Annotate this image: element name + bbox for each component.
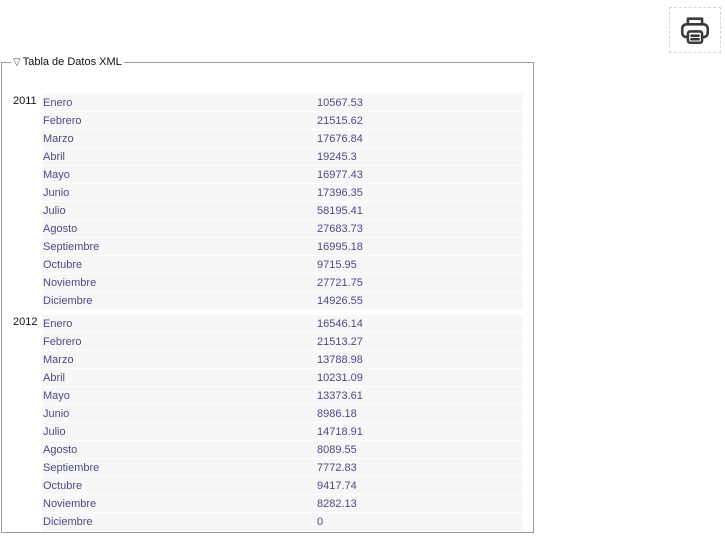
month-rows: Enero 10567.53 Febrero 21515.62 Marzo 17676…	[42, 94, 523, 310]
value-cell: 27683.73	[317, 223, 363, 235]
month-cell: Julio	[43, 426, 66, 438]
value-cell: 13788.98	[317, 354, 363, 366]
value-cell: 21515.62	[317, 115, 363, 127]
table-row: Noviembre 27721.75	[42, 274, 523, 292]
value-cell: 13373.61	[317, 390, 363, 402]
month-cell: Febrero	[43, 336, 82, 348]
value-cell: 0	[317, 516, 324, 528]
table-row: Julio 14718.91	[42, 423, 523, 441]
table-row: Marzo 17676.84	[42, 130, 523, 148]
value-cell: 8986.18	[317, 408, 357, 420]
table-row: Enero 10567.53	[42, 94, 523, 112]
month-cell: Octubre	[43, 259, 83, 271]
value-cell: 27721.75	[317, 277, 363, 289]
table-row: Octubre 9715.95	[42, 256, 523, 274]
month-cell: Abril	[43, 151, 66, 163]
table-row: Agosto 8089.55	[42, 441, 523, 459]
table-row: Diciembre 14926.55	[42, 292, 523, 310]
value-cell: 16977.43	[317, 169, 363, 181]
month-cell: Marzo	[43, 354, 74, 366]
value-cell: 9715.95	[317, 259, 357, 271]
table-row: Julio 58195.41	[42, 202, 523, 220]
month-cell: Abril	[43, 372, 66, 384]
table-row: Diciembre 0	[42, 513, 523, 531]
month-cell: Diciembre	[43, 295, 93, 307]
year-label: 2012	[13, 316, 38, 328]
value-cell: 19245.3	[317, 151, 357, 163]
printer-icon	[680, 17, 710, 45]
collapse-toggle-icon[interactable]: ▽	[13, 57, 21, 68]
table-row: Abril 10231.09	[42, 369, 523, 387]
value-cell: 8282.13	[317, 498, 357, 510]
table-row: Septiembre 16995.18	[42, 238, 523, 256]
month-cell: Septiembre	[43, 241, 100, 253]
table-row: Noviembre 8282.13	[42, 495, 523, 513]
month-cell: Noviembre	[43, 498, 97, 510]
value-cell: 17396.35	[317, 187, 363, 199]
table-legend[interactable]: ▽ Tabla de Datos XML	[11, 56, 124, 69]
month-cell: Febrero	[43, 115, 82, 127]
month-cell: Mayo	[43, 390, 70, 402]
month-cell: Diciembre	[43, 516, 93, 528]
value-cell: 17676.84	[317, 133, 363, 145]
month-cell: Mayo	[43, 169, 70, 181]
month-cell: Junio	[43, 408, 70, 420]
year-label: 2011	[13, 95, 37, 107]
value-cell: 8089.55	[317, 444, 357, 456]
table-row: Abril 19245.3	[42, 148, 523, 166]
table-legend-label: Tabla de Datos XML	[22, 56, 122, 68]
value-cell: 14718.91	[317, 426, 363, 438]
value-cell: 14926.55	[317, 295, 363, 307]
month-cell: Agosto	[43, 223, 78, 235]
table-row: Mayo 16977.43	[42, 166, 523, 184]
month-cell: Agosto	[43, 444, 78, 456]
month-cell: Noviembre	[43, 277, 97, 289]
table-row: Enero 16546.14	[42, 315, 523, 333]
month-rows: Enero 16546.14 Febrero 21513.27 Marzo 13788…	[42, 315, 523, 531]
month-cell: Junio	[43, 187, 70, 199]
month-cell: Septiembre	[43, 462, 100, 474]
value-cell: 16995.18	[317, 241, 363, 253]
table-row: Junio 17396.35	[42, 184, 523, 202]
value-cell: 16546.14	[317, 318, 363, 330]
table-row: Agosto 27683.73	[42, 220, 523, 238]
table-row: Junio 8986.18	[42, 405, 523, 423]
table-row: Febrero 21515.62	[42, 112, 523, 130]
table-row: Septiembre 7772.83	[42, 459, 523, 477]
table-row: Octubre 9417.74	[42, 477, 523, 495]
month-cell: Octubre	[43, 480, 83, 492]
month-cell: Julio	[43, 205, 66, 217]
month-cell: Enero	[43, 97, 73, 109]
month-cell: Marzo	[43, 133, 74, 145]
table-row: Febrero 21513.27	[42, 333, 523, 351]
table-row: Mayo 13373.61	[42, 387, 523, 405]
value-cell: 21513.27	[317, 336, 363, 348]
month-cell: Enero	[43, 318, 73, 330]
print-button[interactable]	[669, 7, 721, 53]
value-cell: 58195.41	[317, 205, 363, 217]
value-cell: 7772.83	[317, 462, 357, 474]
value-cell: 10231.09	[317, 372, 363, 384]
table-row: Marzo 13788.98	[42, 351, 523, 369]
value-cell: 10567.53	[317, 97, 363, 109]
xml-data-table: ▽ Tabla de Datos XML 2011 Enero 10567.53 F…	[1, 56, 534, 533]
value-cell: 9417.74	[317, 480, 357, 492]
